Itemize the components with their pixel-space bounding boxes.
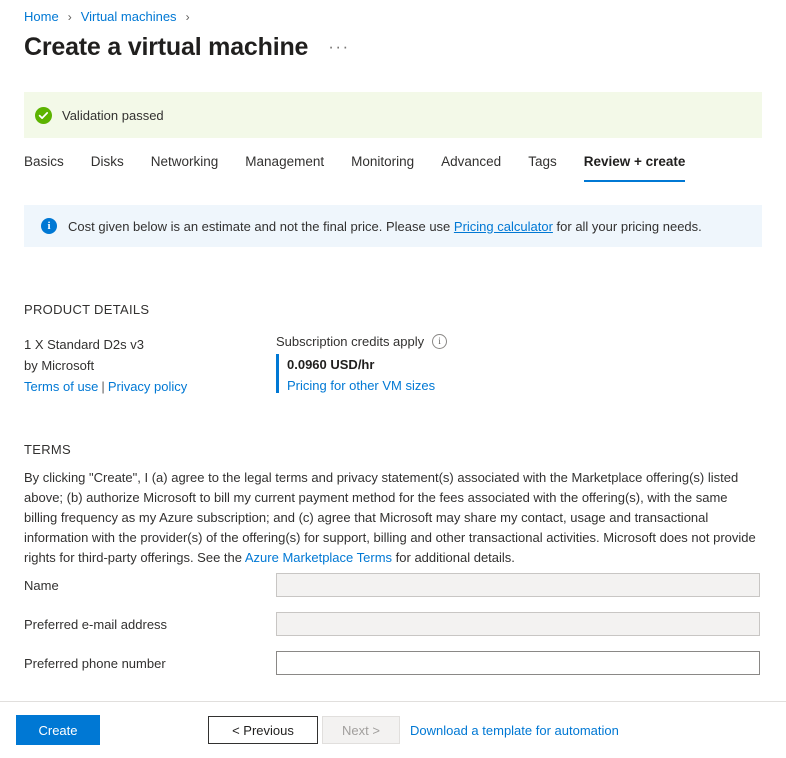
tab-review-create[interactable]: Review + create (583, 152, 686, 182)
validation-banner: Validation passed (24, 92, 762, 138)
product-sku: 1 X Standard D2s v3 (24, 337, 144, 352)
email-input[interactable] (276, 612, 760, 636)
cost-estimate-text-before: Cost given below is an estimate and not … (68, 218, 451, 234)
tab-networking[interactable]: Networking (151, 152, 219, 182)
product-details-right-column: Subscription credits apply i 0.0960 USD/… (276, 334, 448, 393)
tab-disks[interactable]: Disks (91, 152, 124, 182)
validation-message: Validation passed (62, 107, 164, 123)
wizard-tabs: Basics Disks Networking Management Monit… (24, 152, 712, 186)
azure-marketplace-terms-link[interactable]: Azure Marketplace Terms (245, 550, 392, 565)
terms-of-use-link[interactable]: Terms of use (24, 379, 98, 394)
terms-paragraph-part2: for additional details. (395, 550, 515, 565)
contact-form: Name Preferred e-mail address Preferred … (24, 572, 764, 689)
pricing-other-vm-sizes-link[interactable]: Pricing for other VM sizes (287, 378, 435, 393)
wizard-footer: Create < Previous Next > Download a temp… (0, 702, 786, 758)
product-details-heading: PRODUCT DETAILS (24, 302, 150, 317)
privacy-policy-link[interactable]: Privacy policy (108, 379, 187, 394)
pricing-calculator-link[interactable]: Pricing calculator (454, 219, 553, 234)
cost-estimate-text: Cost given below is an estimate and not … (68, 219, 702, 234)
product-publisher: by Microsoft (24, 358, 95, 373)
price-value: 0.0960 USD/hr (287, 357, 375, 372)
check-circle-icon (35, 106, 52, 124)
name-input[interactable] (276, 573, 760, 597)
product-legal-links: Terms of use | Privacy policy (24, 376, 187, 397)
terms-heading: TERMS (24, 442, 71, 457)
phone-label: Preferred phone number (24, 655, 166, 671)
product-details-left-column: 1 X Standard D2s v3 by Microsoft Terms o… (24, 334, 187, 397)
tab-basics[interactable]: Basics (24, 152, 64, 182)
create-button[interactable]: Create (16, 715, 100, 745)
email-label: Preferred e-mail address (24, 616, 168, 632)
tab-tags[interactable]: Tags (528, 152, 557, 182)
form-row-email: Preferred e-mail address (24, 611, 764, 637)
subscription-credits-row: Subscription credits apply i (276, 334, 448, 349)
info-outline-icon[interactable]: i (432, 334, 448, 349)
form-row-name: Name (24, 572, 764, 598)
phone-input[interactable] (276, 651, 760, 675)
info-circle-icon: i (41, 218, 57, 234)
price-block: 0.0960 USD/hr Pricing for other VM sizes (276, 354, 447, 393)
breadcrumb-item-virtual-machines[interactable]: Virtual machines (81, 8, 177, 26)
previous-button[interactable]: < Previous (208, 716, 318, 744)
links-separator: | (101, 379, 105, 394)
breadcrumb: Home › Virtual machines › (24, 8, 199, 26)
cost-estimate-info-banner: i Cost given below is an estimate and no… (24, 205, 762, 247)
cost-estimate-text-after: for all your pricing needs. (556, 218, 702, 234)
next-button: Next > (322, 716, 400, 744)
download-template-link[interactable]: Download a template for automation (410, 723, 619, 738)
tab-advanced[interactable]: Advanced (441, 152, 501, 182)
breadcrumb-separator-icon-2: › (185, 10, 190, 24)
more-options-ellipsis-icon[interactable]: ··· (328, 38, 349, 55)
breadcrumb-item-home[interactable]: Home (24, 8, 59, 26)
subscription-credits-label: Subscription credits apply (276, 334, 425, 349)
form-row-phone: Preferred phone number (24, 650, 764, 676)
tab-management[interactable]: Management (245, 152, 324, 182)
terms-paragraph: By clicking "Create", I (a) agree to the… (24, 468, 764, 568)
tab-monitoring[interactable]: Monitoring (351, 152, 414, 182)
page-header: Create a virtual machine ··· (24, 31, 350, 63)
name-label: Name (24, 577, 59, 593)
page-title: Create a virtual machine (24, 33, 309, 61)
breadcrumb-separator-icon: › (67, 10, 72, 24)
